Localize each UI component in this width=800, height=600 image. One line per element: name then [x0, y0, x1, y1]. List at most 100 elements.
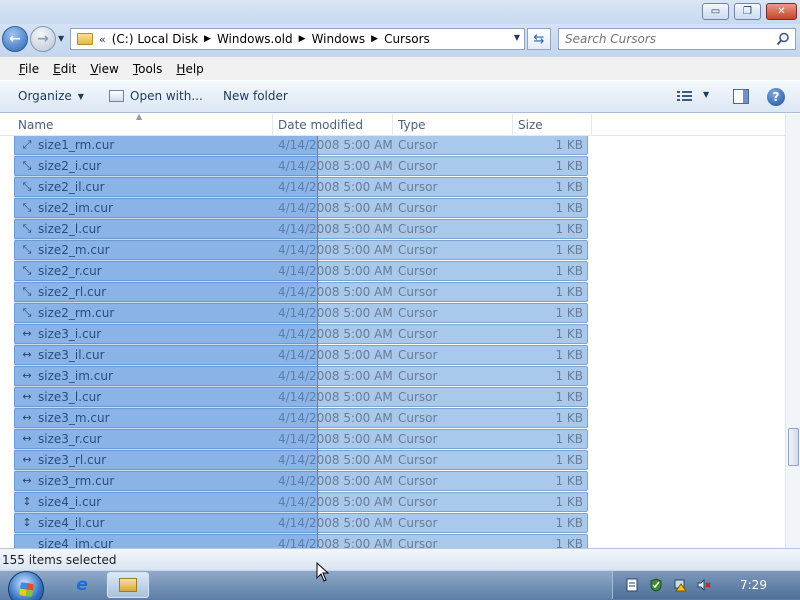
selection-count: 155 items selected	[2, 553, 117, 567]
file-size: 1 KB	[555, 327, 583, 341]
menu-view[interactable]: View	[90, 62, 118, 76]
organize-button[interactable]: Organize ▼	[18, 89, 84, 103]
menu-tools[interactable]: Tools	[133, 62, 163, 76]
file-size: 1 KB	[555, 180, 583, 194]
scrollbar-thumb[interactable]	[788, 428, 799, 466]
refresh-icon: ⇆	[533, 31, 545, 47]
action-center-icon[interactable]	[649, 578, 663, 592]
rubber-band-selection	[14, 136, 318, 548]
overflow-chevron-icon[interactable]: «	[99, 33, 106, 46]
file-size: 1 KB	[555, 516, 583, 530]
file-type: Cursor	[398, 411, 438, 425]
file-size: 1 KB	[555, 348, 583, 362]
mouse-pointer-icon	[316, 562, 330, 582]
organize-label: Organize	[18, 89, 72, 103]
views-icon[interactable]	[677, 90, 692, 103]
file-type: Cursor	[398, 537, 438, 548]
column-divider[interactable]	[272, 114, 273, 136]
document-icon[interactable]	[625, 578, 639, 592]
column-size[interactable]: Size	[518, 118, 543, 132]
refresh-button[interactable]: ⇆	[527, 28, 551, 50]
breadcrumb-separator-icon[interactable]: ▶	[371, 34, 378, 44]
breadcrumb-windows-old[interactable]: Windows.old	[217, 32, 293, 46]
search-box[interactable]	[558, 28, 796, 50]
close-button[interactable]: ✕	[766, 3, 797, 20]
file-list: ⤢ size1_rm.cur 4/14/2008 5:00 AM Cursor 1 KB…	[0, 136, 785, 548]
preview-pane-icon[interactable]	[733, 89, 749, 104]
file-type: Cursor	[398, 432, 438, 446]
file-type: Cursor	[398, 327, 438, 341]
menu-bar: File Edit View Tools Help	[0, 56, 800, 80]
file-type: Cursor	[398, 285, 438, 299]
file-type: Cursor	[398, 369, 438, 383]
command-bar: Organize ▼ Open with... New folder ▼ ?	[0, 81, 800, 113]
file-size: 1 KB	[555, 159, 583, 173]
start-button[interactable]	[8, 571, 44, 600]
file-size: 1 KB	[555, 474, 583, 488]
open-with-button[interactable]: Open with...	[109, 89, 203, 103]
breadcrumb-local-disk[interactable]: (C:) Local Disk	[112, 32, 198, 46]
menu-help[interactable]: Help	[176, 62, 203, 76]
file-type: Cursor	[398, 348, 438, 362]
file-size: 1 KB	[555, 411, 583, 425]
notification-area	[612, 571, 800, 599]
new-folder-button[interactable]: New folder	[223, 89, 288, 103]
open-with-icon	[109, 90, 124, 102]
folder-icon	[77, 33, 93, 45]
address-bar[interactable]: « (C:) Local Disk ▶ Windows.old ▶ Window…	[70, 28, 525, 50]
back-button[interactable]: ←	[2, 26, 28, 52]
vertical-scrollbar[interactable]	[785, 114, 800, 548]
minimize-button[interactable]: ▭	[702, 3, 729, 20]
menu-edit[interactable]: Edit	[53, 62, 76, 76]
close-icon: ✕	[777, 6, 786, 17]
file-size: 1 KB	[555, 222, 583, 236]
file-type: Cursor	[398, 201, 438, 215]
forward-arrow-icon: →	[37, 31, 49, 47]
file-size: 1 KB	[555, 369, 583, 383]
file-size: 1 KB	[555, 453, 583, 467]
folder-icon	[119, 578, 137, 592]
maximize-button[interactable]: ❐	[734, 3, 761, 20]
breadcrumb-windows[interactable]: Windows	[312, 32, 366, 46]
file-size: 1 KB	[555, 390, 583, 404]
chevron-down-icon: ▼	[77, 91, 84, 101]
file-type: Cursor	[398, 495, 438, 509]
column-header-row: ▲ Name Date modified Type Size	[0, 112, 785, 136]
minimize-icon: ▭	[710, 6, 721, 17]
forward-button[interactable]: →	[30, 26, 56, 52]
search-icon[interactable]	[776, 32, 790, 46]
file-type: Cursor	[398, 180, 438, 194]
column-divider[interactable]	[392, 114, 393, 136]
taskbar-explorer-button[interactable]	[107, 572, 149, 598]
views-dropdown-icon[interactable]: ▼	[703, 90, 709, 99]
network-warning-icon[interactable]	[673, 578, 687, 592]
chevron-down-icon: ▼	[58, 34, 65, 43]
file-type: Cursor	[398, 159, 438, 173]
volume-muted-icon[interactable]	[697, 578, 711, 592]
column-divider[interactable]	[591, 114, 592, 136]
file-size: 1 KB	[555, 495, 583, 509]
recent-pages-dropdown[interactable]: ▼	[58, 34, 64, 43]
new-folder-label: New folder	[223, 89, 288, 103]
clock[interactable]: 7:29	[740, 578, 767, 592]
breadcrumb-cursors[interactable]: Cursors	[384, 32, 430, 46]
breadcrumb-separator-icon[interactable]: ▶	[299, 34, 306, 44]
file-type: Cursor	[398, 222, 438, 236]
column-divider[interactable]	[512, 114, 513, 136]
column-date-modified[interactable]: Date modified	[278, 118, 363, 132]
restore-icon: ❐	[743, 6, 752, 17]
column-name[interactable]: Name	[18, 118, 53, 132]
search-input[interactable]	[565, 32, 765, 46]
column-type[interactable]: Type	[398, 118, 426, 132]
internet-explorer-icon[interactable]: e	[62, 573, 102, 597]
file-type: Cursor	[398, 138, 438, 152]
breadcrumb-separator-icon[interactable]: ▶	[204, 34, 211, 44]
file-type: Cursor	[398, 306, 438, 320]
help-icon[interactable]: ?	[767, 88, 785, 106]
menu-file[interactable]: File	[19, 62, 39, 76]
file-size: 1 KB	[555, 306, 583, 320]
address-dropdown-icon[interactable]: ▼	[514, 33, 520, 42]
file-type: Cursor	[398, 264, 438, 278]
file-type: Cursor	[398, 474, 438, 488]
file-size: 1 KB	[555, 432, 583, 446]
